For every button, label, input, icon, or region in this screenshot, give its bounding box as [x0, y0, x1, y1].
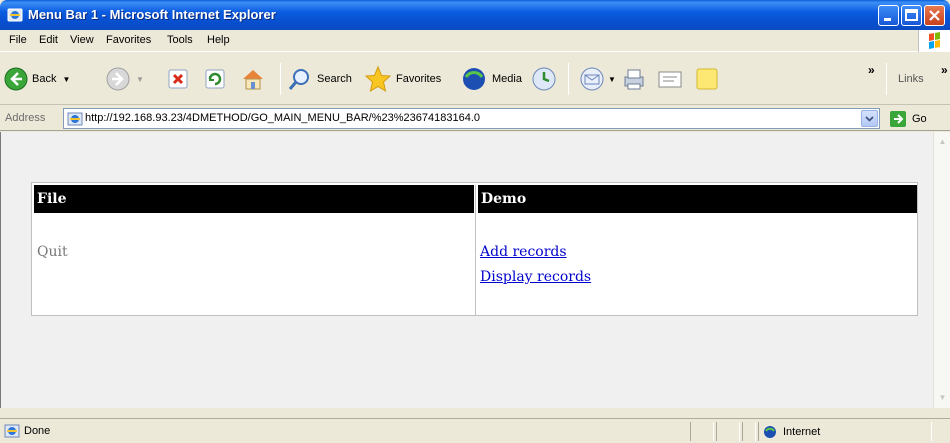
stop-icon [168, 69, 188, 89]
star-icon [364, 65, 392, 93]
search-icon [288, 69, 309, 90]
address-dropdown-button[interactable] [861, 110, 878, 127]
history-button[interactable] [530, 67, 558, 91]
mail-button[interactable]: ▼ [578, 67, 616, 91]
chevron-down-icon[interactable]: ▼ [136, 75, 144, 84]
menu-view[interactable]: View [70, 34, 94, 46]
menu-favorites[interactable]: Favorites [106, 34, 151, 46]
menu-help[interactable]: Help [207, 34, 230, 46]
go-label: Go [912, 113, 927, 125]
toolbar-separator [568, 63, 569, 95]
column-divider [475, 185, 476, 315]
menu-tools[interactable]: Tools [167, 34, 193, 46]
toolbar: Back ▼ ▼ Search Favorites Media ▼ » Link… [0, 53, 950, 105]
back-arrow-icon [4, 67, 28, 91]
refresh-button[interactable] [203, 67, 227, 91]
address-label: Address [5, 112, 46, 124]
column-header-demo: Demo [478, 185, 917, 213]
address-bar: Address http://192.168.93.23/4DMETHOD/GO… [0, 106, 950, 131]
mail-icon [580, 67, 604, 91]
media-icon [463, 68, 485, 90]
favorites-label: Favorites [396, 73, 442, 85]
status-pane [716, 422, 740, 441]
menu-bar: File Edit View Favorites Tools Help [0, 30, 950, 52]
media-label: Media [492, 73, 522, 85]
page-done-icon [4, 424, 20, 438]
history-icon [532, 67, 556, 91]
address-input[interactable]: http://192.168.93.23/4DMETHOD/GO_MAIN_ME… [63, 108, 880, 129]
vertical-scrollbar[interactable]: ▲ ▼ [933, 132, 950, 408]
window-title: Menu Bar 1 - Microsoft Internet Explorer [28, 7, 276, 22]
menu-file[interactable]: File [9, 34, 27, 46]
security-zone: Internet [763, 425, 820, 439]
note-icon [696, 68, 718, 90]
toolbar-overflow[interactable]: » [868, 63, 875, 77]
page-icon [67, 112, 83, 126]
add-records-link[interactable]: Add records [480, 244, 567, 260]
address-url: http://192.168.93.23/4DMETHOD/GO_MAIN_ME… [85, 112, 480, 124]
chevron-down-icon[interactable]: ▼ [608, 75, 616, 84]
stop-button[interactable] [166, 67, 190, 91]
ie-icon [7, 8, 23, 22]
title-bar[interactable]: Menu Bar 1 - Microsoft Internet Explorer [0, 0, 950, 30]
page-content: File Demo Quit Add records Display recor… [0, 132, 933, 408]
minimize-button[interactable] [878, 5, 899, 26]
links-overflow[interactable]: » [941, 63, 948, 77]
note-button[interactable] [694, 67, 720, 91]
scroll-down-icon[interactable]: ▼ [935, 390, 950, 406]
chevron-down-icon [865, 116, 874, 122]
status-pane [742, 422, 756, 441]
forward-button[interactable]: ▼ [106, 67, 144, 91]
display-records-link[interactable]: Display records [480, 269, 591, 285]
status-text: Done [24, 425, 51, 437]
printer-icon [624, 69, 644, 90]
column-header-file: File [34, 185, 474, 213]
links-label[interactable]: Links [898, 73, 924, 85]
zone-label: Internet [783, 426, 821, 438]
browser-window: Menu Bar 1 - Microsoft Internet Explorer… [0, 0, 950, 443]
chevron-down-icon[interactable]: ▼ [62, 75, 70, 84]
back-button[interactable]: Back ▼ [4, 67, 70, 91]
home-icon [243, 70, 263, 90]
close-button[interactable] [924, 5, 945, 26]
back-label: Back [32, 73, 57, 85]
scroll-up-icon[interactable]: ▲ [935, 134, 950, 150]
quit-menu-item[interactable]: Quit [37, 244, 68, 260]
globe-icon [764, 426, 776, 438]
go-arrow-icon [890, 111, 906, 127]
status-bar: Done Internet [0, 418, 950, 443]
edit-button[interactable] [656, 67, 684, 91]
status-pane [690, 422, 714, 441]
print-button[interactable] [620, 67, 648, 91]
edit-icon [658, 71, 682, 88]
windows-logo-icon [918, 30, 950, 52]
toolbar-separator [886, 63, 887, 95]
search-button[interactable]: Search [287, 67, 352, 91]
menu-edit[interactable]: Edit [39, 34, 58, 46]
refresh-icon [205, 69, 225, 89]
toolbar-separator [280, 63, 281, 95]
favorites-button[interactable]: Favorites [364, 65, 442, 93]
menu-table: File Demo Quit Add records Display recor… [31, 182, 918, 316]
go-button[interactable]: Go [889, 110, 927, 128]
search-label: Search [317, 73, 352, 85]
forward-arrow-icon [106, 67, 130, 91]
home-button[interactable] [240, 67, 266, 91]
media-button[interactable]: Media [460, 67, 522, 91]
maximize-button[interactable] [901, 5, 922, 26]
